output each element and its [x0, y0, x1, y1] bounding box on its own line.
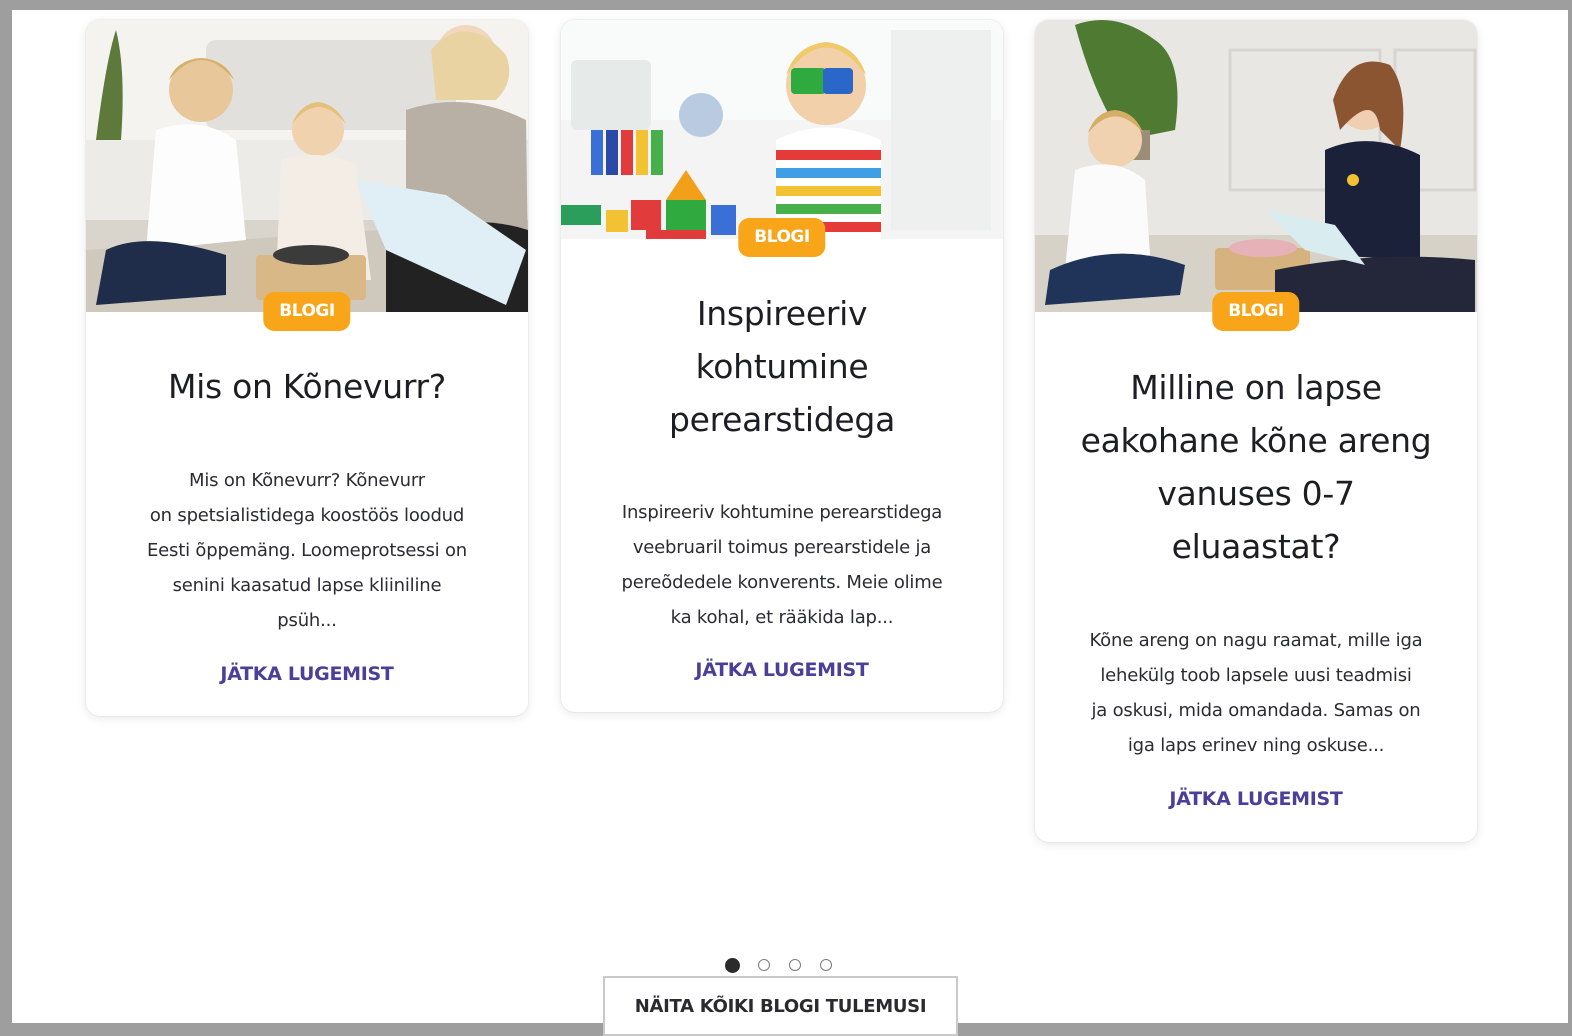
blog-card[interactable]: BLOGI Milline on lapse eakohane kõne are…	[1035, 20, 1477, 842]
excerpt-line: Inspireeriv kohtumine perearstidega	[621, 502, 943, 523]
excerpt-line: lehekülg toob lapsele uusi teadmisi	[1100, 665, 1412, 686]
carousel-pagination	[725, 958, 835, 977]
blog-card-title[interactable]: Inspireeriv kohtumine perearstidega	[561, 287, 1003, 446]
title-line: vanuses 0-7	[1157, 474, 1355, 513]
blog-card-image[interactable]	[561, 20, 1003, 239]
excerpt-line: ka kohal, et rääkida lap...	[670, 607, 894, 628]
blog-category-badge: BLOGI	[263, 292, 351, 331]
blog-category-badge: BLOGI	[1212, 292, 1300, 331]
title-line: Inspireeriv	[696, 294, 868, 333]
blog-card-title[interactable]: Mis on Kõnevurr?	[86, 360, 528, 413]
read-more-link[interactable]: JÄTKA LUGEMIST	[86, 663, 528, 685]
title-line: eluaastat?	[1171, 527, 1341, 566]
read-more-link[interactable]: JÄTKA LUGEMIST	[1035, 788, 1477, 810]
blog-card-excerpt: Inspireeriv kohtumine perearstidega veeb…	[591, 495, 973, 635]
excerpt-line: senini kaasatud lapse kliiniline	[172, 575, 442, 596]
carousel-dot[interactable]	[789, 959, 801, 971]
children-playing-photo-icon	[86, 20, 528, 312]
read-more-link[interactable]: JÄTKA LUGEMIST	[561, 659, 1003, 681]
excerpt-line: Eesti õppemäng. Loomeprotsessi on	[147, 540, 467, 561]
carousel-dot[interactable]	[725, 958, 740, 973]
title-line: Milline on lapse	[1130, 368, 1382, 407]
blog-card[interactable]: BLOGI Mis on Kõnevurr? Mis on Kõnevurr? …	[86, 20, 528, 716]
blog-card[interactable]: BLOGI Inspireeriv kohtumine perearstideg…	[561, 20, 1003, 712]
excerpt-line: iga laps erinev ning oskuse...	[1127, 735, 1385, 756]
carousel-dot[interactable]	[820, 959, 832, 971]
blog-card-excerpt: Kõne areng on nagu raamat, mille iga leh…	[1065, 623, 1447, 763]
show-all-blog-button[interactable]: NÄITA KÕIKI BLOGI TULEMUSI	[603, 976, 958, 1036]
excerpt-line: Kõne areng on nagu raamat, mille iga	[1089, 630, 1423, 651]
title-line: Mis on Kõnevurr?	[167, 367, 447, 406]
excerpt-line: psüh...	[277, 610, 337, 631]
title-line: perearstidega	[668, 400, 895, 439]
blog-card-title[interactable]: Milline on lapse eakohane kõne areng van…	[1035, 361, 1477, 573]
carousel-dot[interactable]	[758, 959, 770, 971]
blog-card-excerpt: Mis on Kõnevurr? Kõnevurr on spetsialist…	[116, 463, 498, 638]
blog-category-badge: BLOGI	[738, 218, 826, 257]
blog-card-image[interactable]	[86, 20, 528, 312]
boy-and-therapist-photo-icon	[1035, 20, 1477, 312]
title-line: eakohane kõne areng	[1080, 421, 1432, 460]
excerpt-line: Mis on Kõnevurr? Kõnevurr	[189, 470, 425, 491]
blog-card-image[interactable]	[1035, 20, 1477, 312]
title-line: kohtumine	[695, 347, 869, 386]
child-with-blocks-photo-icon	[561, 20, 1003, 239]
blog-section: BLOGI Mis on Kõnevurr? Mis on Kõnevurr? …	[12, 10, 1568, 1036]
excerpt-line: ja oskusi, mida omandada. Samas on	[1091, 700, 1421, 721]
excerpt-line: pereõdedele konverents. Meie olime	[621, 572, 943, 593]
excerpt-line: on spetsialistidega koostöös loodud	[149, 505, 465, 526]
excerpt-line: veebruaril toimus perearstidele ja	[632, 537, 932, 558]
